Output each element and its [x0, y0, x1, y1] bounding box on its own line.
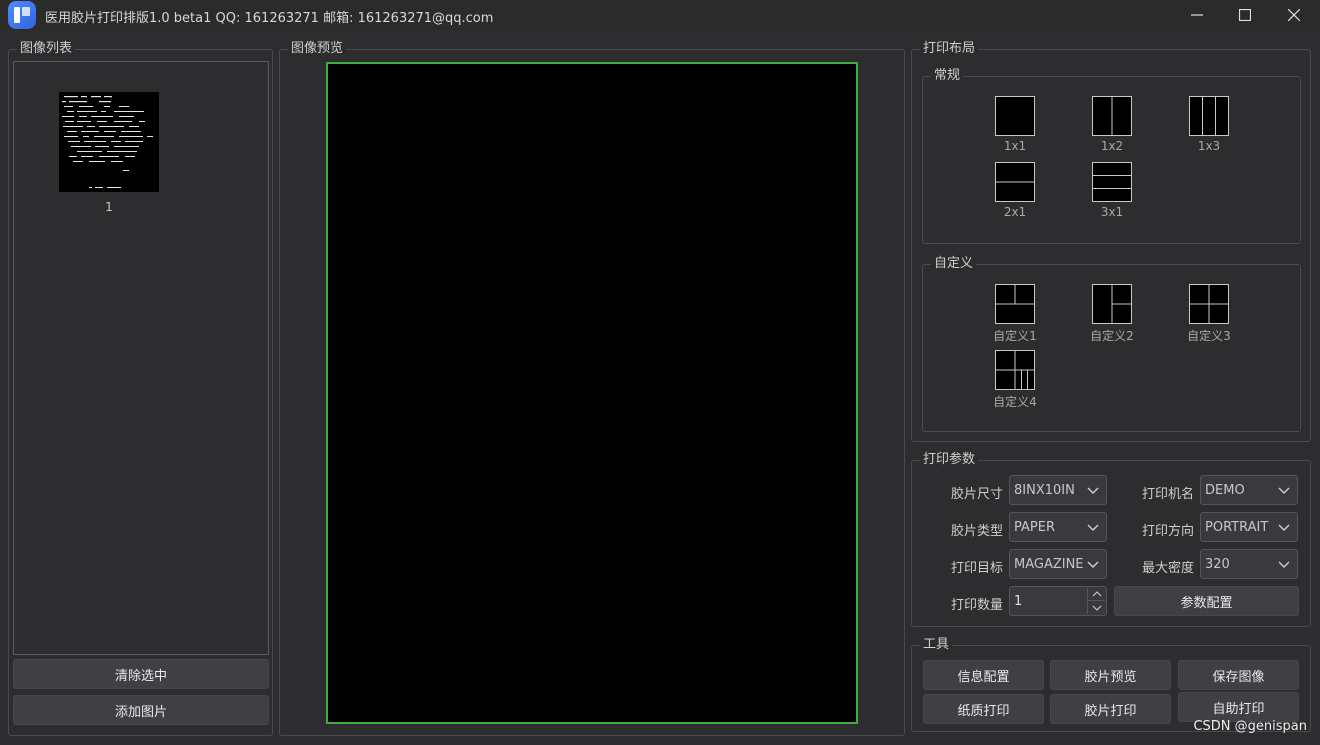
close-icon — [1288, 9, 1300, 21]
max-density-select[interactable]: 320 — [1200, 549, 1298, 579]
chevron-down-icon — [1087, 561, 1099, 568]
printer-name-label: 打印机名 — [1141, 487, 1194, 502]
orientation-value: PORTRAIT — [1205, 519, 1269, 535]
layout-custom-3-label: 自定义3 — [1187, 329, 1231, 343]
layout-1x3[interactable]: 1x3 — [1179, 96, 1239, 153]
maximize-icon — [1239, 9, 1251, 21]
chevron-down-icon — [1087, 524, 1099, 531]
layout-custom-1-icon — [995, 284, 1035, 324]
film-type-value: PAPER — [1014, 519, 1055, 535]
layout-1x2[interactable]: 1x2 — [1082, 96, 1142, 153]
custom-layout-group: 自定义 自定义1 自定义2 自定义3 自定义4 — [922, 256, 1301, 432]
copies-label: 打印数量 — [950, 598, 1003, 613]
minimize-icon — [1191, 14, 1203, 16]
film-type-label: 胶片类型 — [950, 524, 1003, 539]
layout-1x2-label: 1x2 — [1100, 139, 1124, 153]
standard-layout-title: 常规 — [931, 68, 964, 84]
minimize-button[interactable] — [1174, 0, 1220, 30]
close-button[interactable] — [1271, 0, 1317, 30]
window-title: 医用胶片打印排版1.0 beta1 QQ: 161263271 邮箱: 1612… — [45, 11, 494, 26]
preview-group: 图像预览 — [279, 41, 905, 736]
film-preview-button[interactable]: 胶片预览 — [1050, 660, 1171, 690]
spin-down-button[interactable] — [1087, 601, 1105, 614]
maximize-button[interactable] — [1222, 0, 1268, 30]
image-list-group: 图像列表 1 清除选中 添加图片 — [8, 41, 273, 736]
layout-3x1-icon — [1092, 162, 1132, 202]
layout-custom-3[interactable]: 自定义3 — [1179, 284, 1239, 344]
chevron-down-icon — [1278, 524, 1290, 531]
save-image-button[interactable]: 保存图像 — [1178, 660, 1299, 690]
layout-2x1-label: 2x1 — [1003, 205, 1027, 219]
paper-print-button[interactable]: 纸质打印 — [923, 694, 1044, 724]
copies-value: 1 — [1014, 593, 1023, 609]
layout-1x3-icon — [1189, 96, 1229, 136]
layout-custom-2-label: 自定义2 — [1090, 329, 1134, 343]
add-image-button[interactable]: 添加图片 — [13, 695, 269, 725]
image-thumbnail-content — [62, 96, 153, 188]
chevron-down-icon — [1087, 487, 1099, 494]
image-thumbnail-caption: 1 — [105, 200, 113, 214]
max-density-label: 最大密度 — [1141, 561, 1194, 576]
film-print-button[interactable]: 胶片打印 — [1050, 694, 1171, 724]
layout-custom-3-icon — [1189, 284, 1229, 324]
watermark: CSDN @genispan — [1193, 719, 1307, 734]
layout-2x1[interactable]: 2x1 — [985, 162, 1045, 219]
layout-1x1-label: 1x1 — [1003, 139, 1027, 153]
layout-custom-4-icon — [995, 350, 1035, 390]
layout-custom-2[interactable]: 自定义2 — [1082, 284, 1142, 344]
print-target-select[interactable]: MAGAZINE — [1009, 549, 1107, 579]
app-icon — [8, 1, 36, 29]
printer-name-select[interactable]: DEMO — [1200, 475, 1298, 505]
clear-selection-button[interactable]: 清除选中 — [13, 659, 269, 689]
layout-3x1-label: 3x1 — [1100, 205, 1124, 219]
printer-name-value: DEMO — [1205, 482, 1245, 498]
print-params-title: 打印参数 — [920, 452, 979, 468]
tools-title: 工具 — [920, 637, 953, 653]
orientation-label: 打印方向 — [1141, 524, 1194, 539]
layout-custom-4-label: 自定义4 — [993, 395, 1037, 409]
print-params-group: 打印参数 胶片尺寸 8INX10IN 打印机名 DEMO 胶片类型 PAPER … — [911, 452, 1311, 627]
max-density-value: 320 — [1205, 556, 1230, 572]
preview-title: 图像预览 — [288, 41, 347, 57]
image-list-box[interactable]: 1 — [13, 61, 269, 655]
copies-spinbox[interactable]: 1 — [1009, 586, 1107, 616]
param-config-button[interactable]: 参数配置 — [1114, 586, 1299, 616]
film-type-select[interactable]: PAPER — [1009, 512, 1107, 542]
standard-layout-group: 常规 1x1 1x2 1x3 2x1 3x1 — [922, 68, 1301, 244]
chevron-down-icon — [1092, 605, 1101, 611]
title-bar: 医用胶片打印排版1.0 beta1 QQ: 161263271 邮箱: 1612… — [0, 0, 1320, 30]
film-size-select[interactable]: 8INX10IN — [1009, 475, 1107, 505]
image-thumbnail[interactable] — [59, 92, 159, 192]
layout-custom-1-label: 自定义1 — [993, 329, 1037, 343]
spin-up-button[interactable] — [1087, 588, 1105, 601]
layout-1x3-label: 1x3 — [1197, 139, 1221, 153]
print-target-value: MAGAZINE — [1014, 556, 1084, 572]
film-size-label: 胶片尺寸 — [950, 487, 1003, 502]
layout-2x1-icon — [995, 162, 1035, 202]
info-config-button[interactable]: 信息配置 — [923, 660, 1044, 690]
layout-1x1-icon — [995, 96, 1035, 136]
layout-custom-1[interactable]: 自定义1 — [985, 284, 1045, 344]
layout-custom-2-icon — [1092, 284, 1132, 324]
film-size-value: 8INX10IN — [1014, 482, 1075, 498]
layout-1x1[interactable]: 1x1 — [985, 96, 1045, 153]
orientation-select[interactable]: PORTRAIT — [1200, 512, 1298, 542]
chevron-down-icon — [1278, 487, 1290, 494]
print-layout-title: 打印布局 — [920, 41, 979, 57]
chevron-down-icon — [1278, 561, 1290, 568]
layout-3x1[interactable]: 3x1 — [1082, 162, 1142, 219]
print-target-label: 打印目标 — [950, 561, 1003, 576]
print-layout-group: 打印布局 常规 1x1 1x2 1x3 2x1 3x1 自定义 自定义1 自定义… — [911, 41, 1311, 442]
chevron-up-icon — [1092, 591, 1101, 597]
layout-custom-4[interactable]: 自定义4 — [985, 350, 1045, 410]
image-list-title: 图像列表 — [17, 41, 76, 57]
self-print-button[interactable]: 自助打印 — [1178, 692, 1299, 722]
layout-1x2-icon — [1092, 96, 1132, 136]
preview-canvas[interactable] — [326, 62, 858, 724]
custom-layout-title: 自定义 — [931, 256, 977, 272]
